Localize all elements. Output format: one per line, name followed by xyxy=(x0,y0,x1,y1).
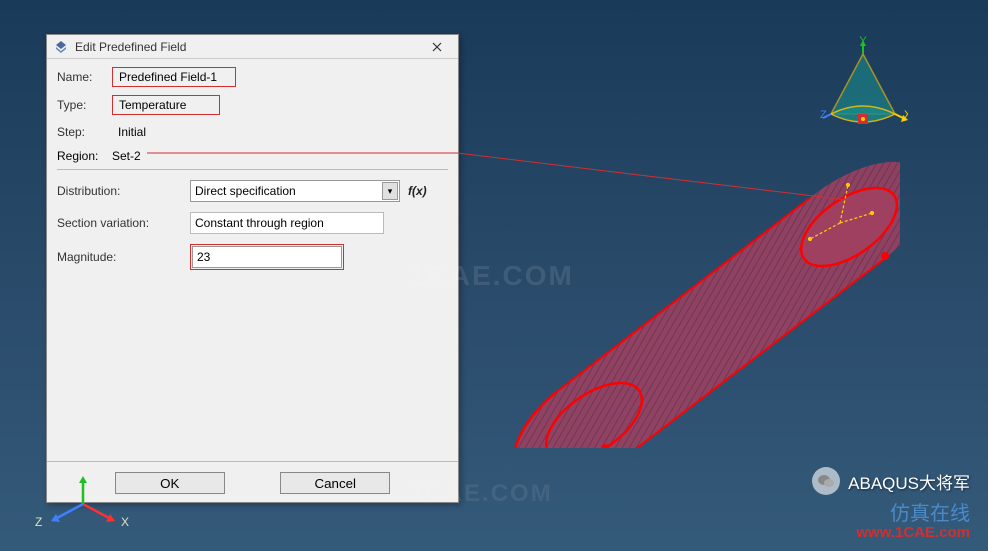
name-value: Predefined Field-1 xyxy=(112,67,236,87)
fx-button[interactable]: f(x) xyxy=(408,184,427,198)
axis-y-label: Y xyxy=(79,476,87,478)
close-button[interactable] xyxy=(422,38,452,56)
branding-block: ABAQUS大将军 仿真在线 www.1CAE.com xyxy=(812,467,970,541)
step-label: Step: xyxy=(57,125,112,139)
axis-x-label: X xyxy=(121,515,129,529)
region-value: Set-2 xyxy=(112,149,141,163)
svg-text:Z: Z xyxy=(820,109,827,121)
distribution-select[interactable]: Direct specification xyxy=(190,180,400,202)
axis-z-label: Z xyxy=(35,515,42,529)
site-name-cn: 仿真在线 xyxy=(812,497,970,526)
site-url: www.1CAE.com xyxy=(812,524,970,541)
divider xyxy=(57,169,448,170)
wechat-icon xyxy=(812,467,840,495)
dialog-icon xyxy=(53,39,69,55)
distribution-label: Distribution: xyxy=(57,184,190,198)
svg-text:X: X xyxy=(904,109,908,121)
global-axis-triad: Y X Z xyxy=(35,476,130,531)
watermark: 1CAE.COM xyxy=(410,260,574,292)
view-orientation-triad[interactable]: Y X Z xyxy=(818,36,908,136)
name-label: Name: xyxy=(57,70,112,84)
close-icon xyxy=(432,42,442,52)
watermark-2: 1CAE.COM xyxy=(410,480,553,508)
step-value: Initial xyxy=(112,123,152,141)
dialog-title: Edit Predefined Field xyxy=(75,40,422,54)
region-label: Region: xyxy=(57,149,112,163)
type-value: Temperature xyxy=(112,95,220,115)
dialog-titlebar[interactable]: Edit Predefined Field xyxy=(47,35,458,59)
svg-text:Y: Y xyxy=(859,36,867,47)
section-variation-label: Section variation: xyxy=(57,216,190,230)
model-cylinder xyxy=(490,148,900,448)
section-variation-value: Constant through region xyxy=(190,212,384,234)
cancel-button[interactable]: Cancel xyxy=(280,472,390,494)
magnitude-label: Magnitude: xyxy=(57,250,190,264)
wechat-name: ABAQUS大将军 xyxy=(848,469,970,494)
ok-button[interactable]: OK xyxy=(115,472,225,494)
magnitude-input[interactable] xyxy=(192,246,342,268)
edit-predefined-field-dialog: Edit Predefined Field Name: Predefined F… xyxy=(46,34,459,503)
type-label: Type: xyxy=(57,98,112,112)
